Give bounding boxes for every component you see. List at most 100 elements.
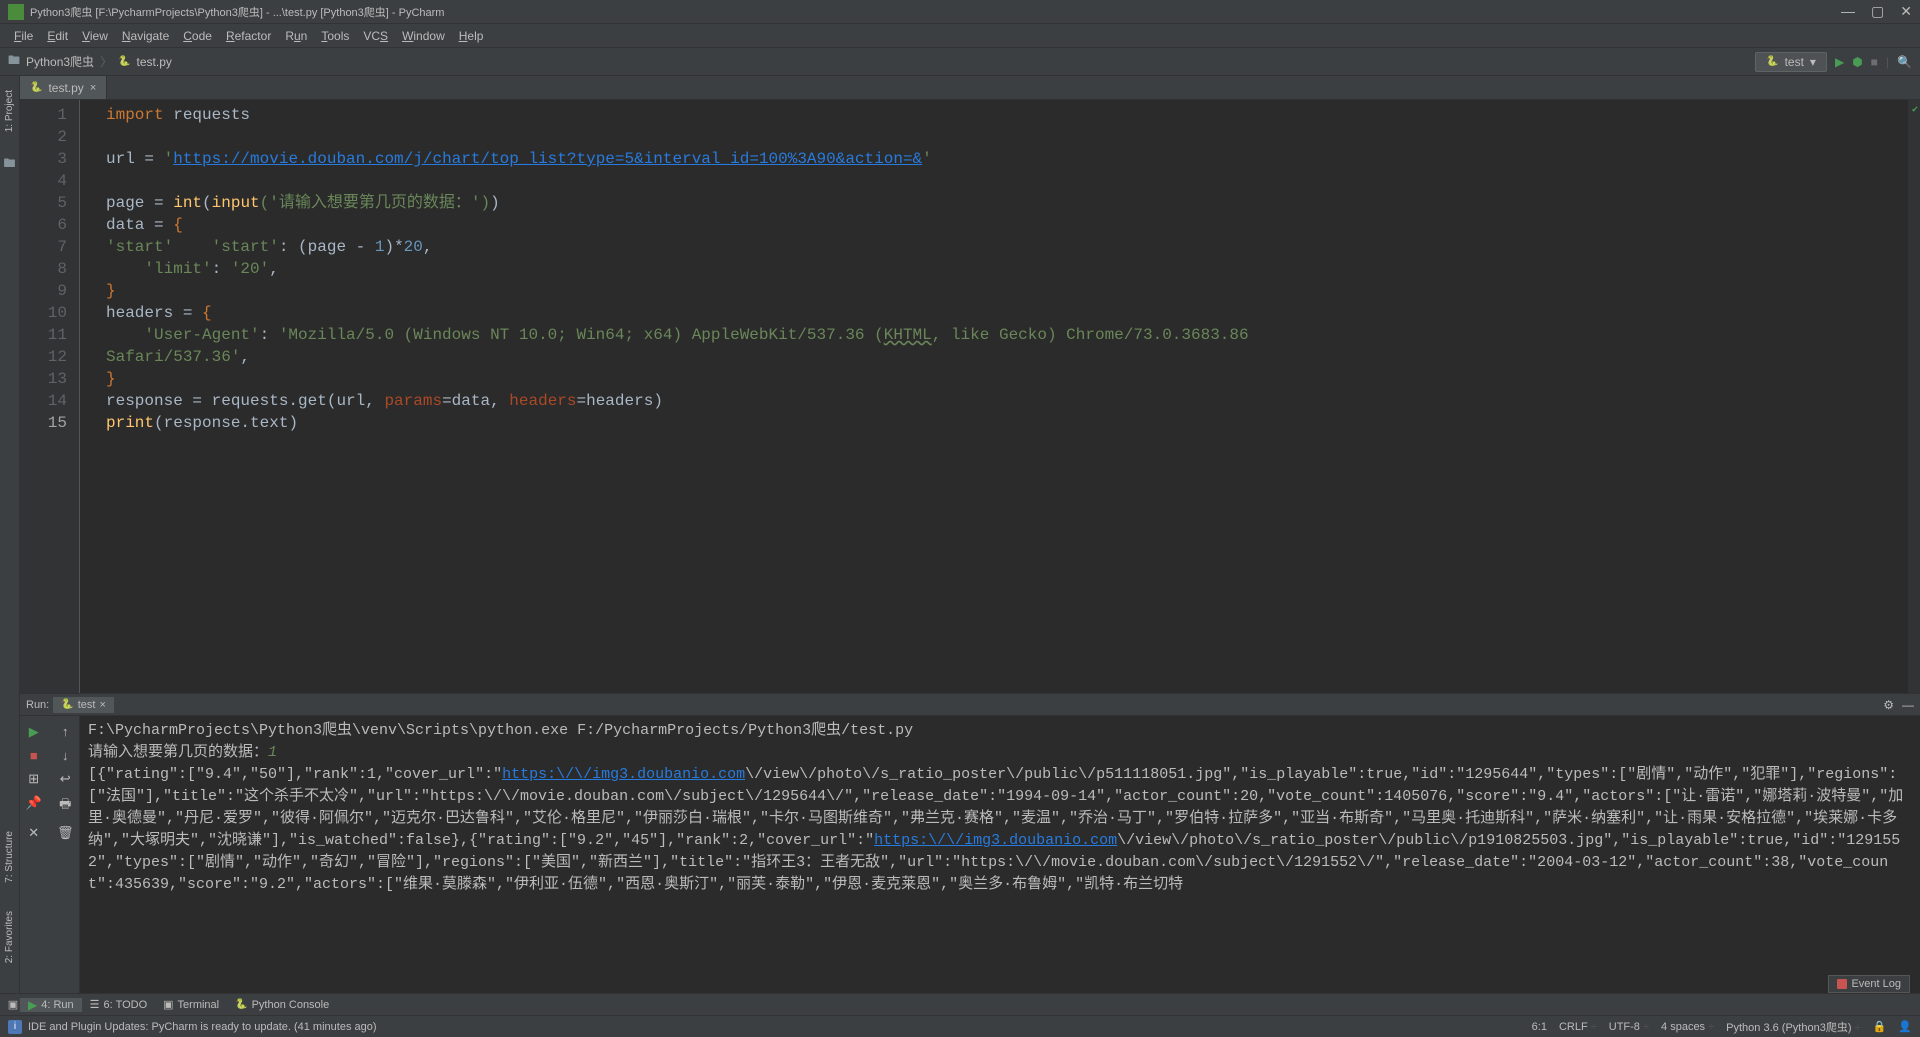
status-bar: i IDE and Plugin Updates: PyCharm is rea… [0, 1015, 1920, 1037]
menu-refactor[interactable]: Refactor [220, 27, 277, 45]
output-cmd: F:\PycharmProjects\Python3爬虫\venv\Script… [88, 722, 913, 739]
maximize-button[interactable]: ▢ [1871, 3, 1884, 20]
status-message[interactable]: IDE and Plugin Updates: PyCharm is ready… [28, 1021, 377, 1033]
rerun-button[interactable]: ▶ [25, 724, 43, 740]
title-bar: Python3爬虫 [F:\PycharmProjects\Python3爬虫]… [0, 0, 1920, 24]
lock-icon[interactable]: 🔒 [1873, 1020, 1887, 1033]
line-number: 9 [20, 280, 67, 302]
stop-button[interactable]: ■ [1871, 55, 1878, 69]
inspection-ok-icon: ✔ [1912, 104, 1918, 116]
output-link-2[interactable]: https:\/\/img3.doubanio.com [874, 832, 1117, 849]
event-log-label: Event Log [1851, 978, 1901, 990]
debug-button[interactable]: ⬢ [1852, 55, 1862, 69]
line-number: 10 [20, 302, 67, 324]
code-content[interactable]: import requests url = 'https://movie.dou… [98, 100, 1908, 693]
breadcrumb-file[interactable]: test.py [137, 55, 172, 69]
toolbelt-todo[interactable]: ☰ 6: TODO [82, 998, 155, 1011]
run-tab-label: test [78, 699, 96, 711]
python-icon: 🐍 [61, 699, 73, 710]
menu-run[interactable]: Run [279, 27, 313, 45]
scroll-up-button[interactable]: ↑ [56, 724, 74, 740]
line-number: 12 [20, 346, 67, 368]
navigation-bar: 🖿 Python3爬虫 〉 🐍 test.py 🐍 test ▾ ▶ ⬢ ■ |… [0, 48, 1920, 76]
menu-navigate[interactable]: Navigate [116, 27, 175, 45]
python-interpreter[interactable]: Python 3.6 (Python3爬虫) ÷ [1726, 1019, 1860, 1035]
line-number: 8 [20, 258, 67, 280]
folder-icon: 🖿 [8, 51, 20, 72]
close-tab-icon[interactable]: × [90, 82, 96, 94]
sidebar-project[interactable]: 1: Project [3, 84, 16, 138]
tool-windows-quick-access-icon[interactable]: ▣ [6, 998, 20, 1011]
menu-window[interactable]: Window [396, 27, 451, 45]
toolbelt-python-console[interactable]: 🐍 Python Console [227, 999, 337, 1011]
todo-icon: ☰ [90, 998, 100, 1011]
run-tab-test[interactable]: 🐍 test × [53, 697, 114, 713]
line-number: 14 [20, 390, 67, 412]
line-number: 7 [20, 236, 67, 258]
python-file-icon: 🐍 [118, 56, 130, 67]
close-button[interactable]: ✕ [25, 825, 43, 841]
toolbelt-terminal[interactable]: ▣ Terminal [155, 998, 227, 1011]
run-tool-window: Run: 🐍 test × ⚙ — ▶ ↑ [20, 693, 1920, 993]
terminal-icon: ▣ [163, 998, 173, 1011]
print-button[interactable]: 🖶 [56, 795, 74, 817]
bottom-tool-bar: ▣ ▶ 4: Run ☰ 6: TODO ▣ Terminal 🐍 Python… [0, 993, 1920, 1015]
indent-setting[interactable]: 4 spaces ÷ [1661, 1021, 1714, 1033]
toolbelt-run[interactable]: ▶ 4: Run [20, 998, 82, 1012]
file-encoding[interactable]: UTF-8 ÷ [1609, 1021, 1649, 1033]
breadcrumb-project[interactable]: Python3爬虫 [26, 53, 94, 70]
minimize-button[interactable]: — [1841, 3, 1855, 20]
run-output[interactable]: F:\PycharmProjects\Python3爬虫\venv\Script… [80, 716, 1920, 993]
menu-edit[interactable]: Edit [41, 27, 74, 45]
run-config-selector[interactable]: 🐍 test ▾ [1755, 52, 1827, 72]
gear-icon[interactable]: ⚙ [1883, 698, 1894, 712]
editor-tab-bar: 🐍 test.py × [20, 76, 1920, 100]
breadcrumb-separator: 〉 [100, 53, 112, 70]
stop-button[interactable]: ■ [25, 748, 43, 763]
left-tool-sidebar: 1: Project 🖿 7: Structure 2: Favorites [0, 76, 20, 993]
close-button[interactable]: ✕ [1900, 3, 1912, 20]
menu-bar: File Edit View Navigate Code Refactor Ru… [0, 24, 1920, 48]
event-log-button[interactable]: Event Log [1828, 975, 1910, 993]
run-icon: ▶ [28, 998, 37, 1012]
line-number: 6 [20, 214, 67, 236]
menu-vcs[interactable]: VCS [357, 27, 394, 45]
trash-button[interactable]: 🗑 [56, 825, 74, 841]
layout-button[interactable]: ⊞ [25, 771, 43, 787]
sidebar-favorites[interactable]: 2: Favorites [3, 905, 16, 969]
error-stripe: ✔ [1908, 100, 1920, 693]
editor-tab-test[interactable]: 🐍 test.py × [20, 76, 107, 99]
line-number-gutter: 1 2 3 4 5 6 7 8 9 10 11 12 13 14 15 [20, 100, 80, 693]
minimize-icon[interactable]: — [1902, 698, 1914, 712]
menu-code[interactable]: Code [177, 27, 218, 45]
output-json-1a: [{"rating":["9.4","50"],"rank":1,"cover_… [88, 766, 502, 783]
line-number: 4 [20, 170, 67, 192]
soft-wrap-button[interactable]: ↩ [56, 771, 74, 787]
pin-button[interactable]: 📌 [25, 795, 43, 817]
python-icon: 🐍 [1766, 56, 1778, 67]
run-toolbar: ▶ ↑ ■ ↓ ⊞ ↩ 📌 🖶 [20, 716, 80, 993]
run-button[interactable]: ▶ [1835, 55, 1844, 69]
hector-icon[interactable]: 👤 [1898, 1020, 1912, 1033]
output-link-1[interactable]: https:\/\/img3.doubanio.com [502, 766, 745, 783]
sidebar-structure[interactable]: 7: Structure [3, 825, 16, 889]
menu-tools[interactable]: Tools [315, 27, 355, 45]
app-icon [8, 4, 24, 20]
menu-help[interactable]: Help [453, 27, 490, 45]
info-icon[interactable]: i [8, 1020, 22, 1034]
python-file-icon: 🐍 [30, 82, 42, 93]
code-editor[interactable]: 1 2 3 4 5 6 7 8 9 10 11 12 13 14 15 impo… [20, 100, 1920, 693]
menu-file[interactable]: File [8, 27, 39, 45]
line-number: 5 [20, 192, 67, 214]
breadcrumb: 🖿 Python3爬虫 〉 🐍 test.py [8, 51, 1755, 72]
line-number: 11 [20, 324, 67, 346]
menu-view[interactable]: View [76, 27, 114, 45]
line-number: 13 [20, 368, 67, 390]
dropdown-icon: ▾ [1810, 55, 1816, 69]
scroll-down-button[interactable]: ↓ [56, 748, 74, 763]
line-separator[interactable]: CRLF ÷ [1559, 1021, 1597, 1033]
output-prompt: 请输入想要第几页的数据： [88, 744, 268, 761]
search-everywhere-icon[interactable]: 🔍 [1897, 55, 1912, 69]
cursor-position[interactable]: 6:1 [1532, 1021, 1547, 1033]
close-icon[interactable]: × [99, 699, 105, 711]
